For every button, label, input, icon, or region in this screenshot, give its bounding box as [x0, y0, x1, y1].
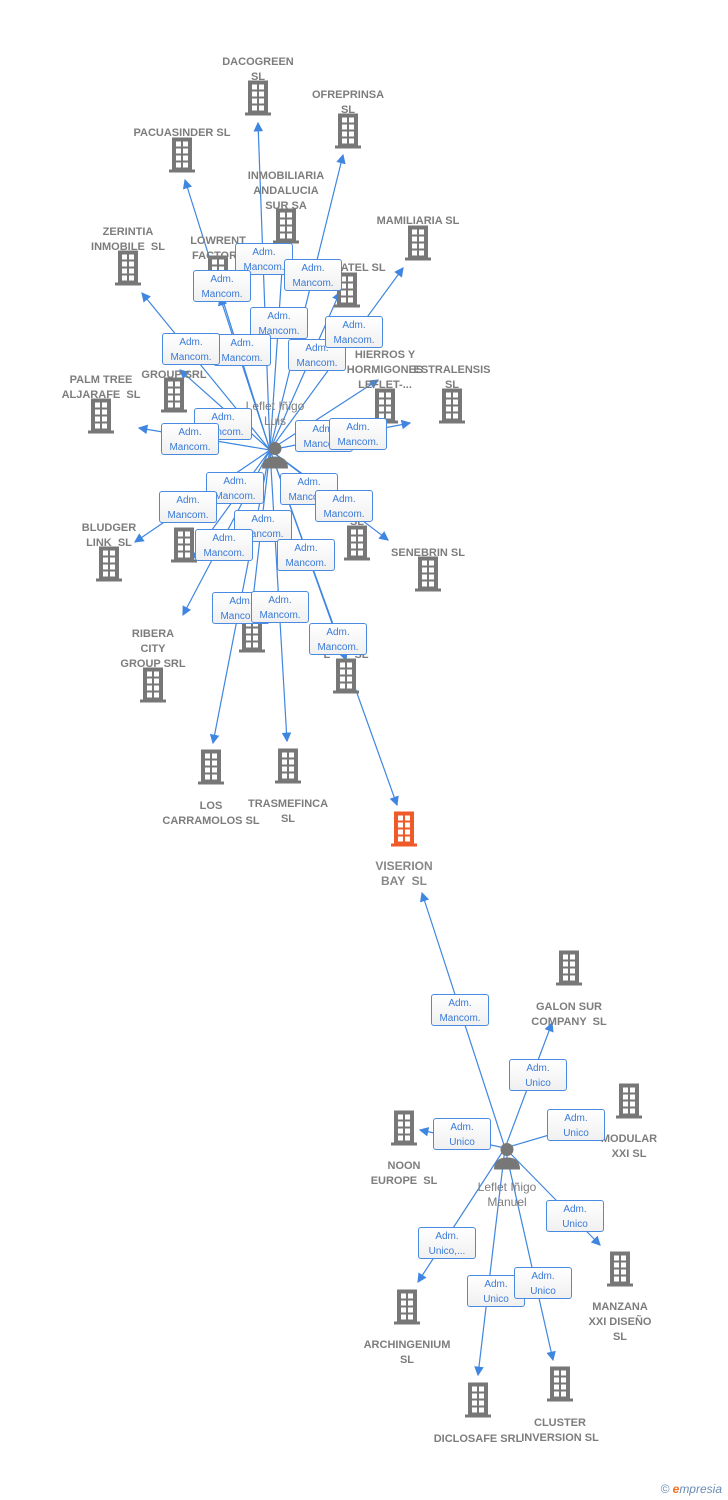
- company-label[interactable]: INMOBILIARIA ANDALUCIA SUR SA: [248, 169, 324, 214]
- company-label[interactable]: ARCHINGENIUM SL: [364, 1338, 451, 1368]
- building-icon[interactable]: [140, 667, 166, 708]
- role-label: Adm. Mancom.: [162, 333, 220, 365]
- person-icon[interactable]: [493, 1142, 521, 1175]
- building-icon[interactable]: [169, 137, 195, 178]
- company-label[interactable]: PALM TREE ALJARAFE SL: [62, 373, 141, 403]
- role-label: Adm. Mancom.: [431, 994, 489, 1026]
- role-label: Adm. Mancom.: [277, 539, 335, 571]
- role-label: Adm. Unico: [433, 1118, 491, 1150]
- role-label: Adm. Mancom.: [325, 316, 383, 348]
- role-label: Adm. Unico: [547, 1109, 605, 1141]
- building-icon[interactable]: [171, 527, 197, 568]
- building-icon[interactable]: [547, 1366, 573, 1407]
- company-label[interactable]: PACUASINDER SL: [134, 126, 231, 141]
- building-icon[interactable]: [88, 398, 114, 439]
- role-label: Adm. Mancom.: [159, 491, 217, 523]
- company-label[interactable]: MANZANA XXI DISEÑO SL: [589, 1300, 652, 1345]
- company-label[interactable]: NOON EUROPE SL: [371, 1159, 438, 1189]
- company-label[interactable]: VISERION BAY SL: [375, 859, 432, 889]
- person-icon[interactable]: [261, 441, 289, 474]
- building-icon[interactable]: [465, 1382, 491, 1423]
- empresia-logo: © empresia: [660, 1482, 722, 1496]
- company-label[interactable]: OFREPRINSA SL: [312, 88, 384, 118]
- building-icon[interactable]: [96, 546, 122, 587]
- building-icon[interactable]: [394, 1289, 420, 1330]
- company-label[interactable]: RIBERA CITY GROUP SRL: [120, 627, 185, 672]
- building-icon[interactable]: [439, 388, 465, 429]
- building-icon[interactable]: [415, 556, 441, 597]
- person-label[interactable]: Leflet Iñigo Manuel: [478, 1180, 537, 1210]
- role-label: Adm. Mancom.: [195, 529, 253, 561]
- role-label: Adm. Mancom.: [329, 418, 387, 450]
- role-label: Adm. Mancom.: [284, 259, 342, 291]
- company-label[interactable]: MODULAR XXI SL: [601, 1132, 657, 1162]
- company-label[interactable]: GALON SUR COMPANY SL: [531, 1000, 606, 1030]
- company-label[interactable]: DICLOSAFE SRL: [434, 1432, 523, 1447]
- company-label[interactable]: ZERINTIA INMOBILE SL: [91, 225, 165, 255]
- company-label[interactable]: LOS CARRAMOLOS SL: [162, 799, 259, 829]
- role-label: Adm. Mancom.: [193, 270, 251, 302]
- building-icon[interactable]: [335, 113, 361, 154]
- role-label: Adm. Unico: [509, 1059, 567, 1091]
- building-icon[interactable]: [115, 250, 141, 291]
- building-icon[interactable]: [198, 749, 224, 790]
- role-label: Adm. Mancom.: [309, 623, 367, 655]
- company-label[interactable]: HIERROS Y HORMIGONES LEFLET-...: [347, 348, 423, 393]
- company-label[interactable]: CLUSTER INVERSION SL: [521, 1416, 599, 1446]
- building-icon[interactable]: [391, 811, 417, 852]
- role-label: Adm. Unico: [514, 1267, 572, 1299]
- role-label: Adm. Mancom.: [161, 423, 219, 455]
- building-icon[interactable]: [556, 950, 582, 991]
- company-label[interactable]: BLUDGER LINK SL: [82, 521, 136, 551]
- building-icon[interactable]: [333, 658, 359, 699]
- role-label: Adm. Mancom.: [213, 334, 271, 366]
- building-icon[interactable]: [616, 1083, 642, 1124]
- company-label[interactable]: ESTRALENSIS SL: [413, 363, 490, 393]
- building-icon[interactable]: [607, 1251, 633, 1292]
- building-icon[interactable]: [405, 225, 431, 266]
- company-label[interactable]: DACOGREEN SL: [222, 55, 294, 85]
- role-label: Adm. Mancom.: [315, 490, 373, 522]
- company-label[interactable]: MAMILIARIA SL: [377, 214, 460, 229]
- building-icon[interactable]: [391, 1110, 417, 1151]
- building-icon[interactable]: [275, 748, 301, 789]
- role-label: Adm. Unico: [546, 1200, 604, 1232]
- company-label[interactable]: SENEBRIN SL: [391, 546, 465, 561]
- role-label: Adm. Mancom.: [251, 591, 309, 623]
- role-label: Adm. Unico,...: [418, 1227, 476, 1259]
- building-icon[interactable]: [344, 525, 370, 566]
- building-icon[interactable]: [245, 80, 271, 121]
- company-label[interactable]: TRASMEFINCA SL: [248, 797, 328, 827]
